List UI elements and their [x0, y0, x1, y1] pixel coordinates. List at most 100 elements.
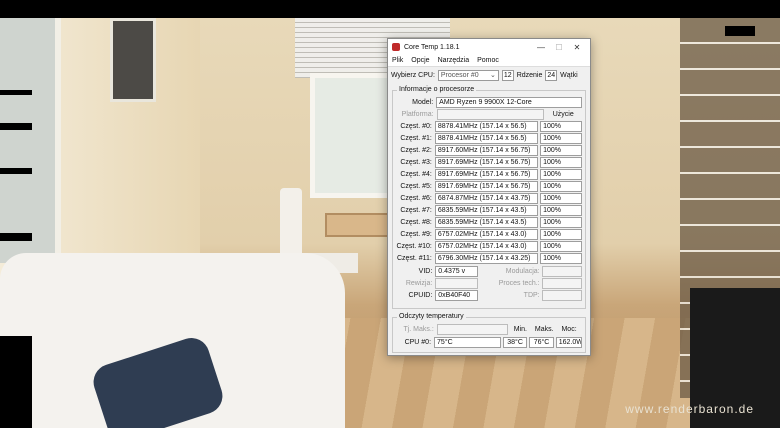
render-glitch [0, 168, 32, 174]
core-row: Częst. #2: 8917.60MHz (157.14 x 56.75) 100… [396, 144, 582, 156]
core-row: Częst. #3: 8917.69MHz (157.14 x 56.75) 100… [396, 156, 582, 168]
core-frequency: 6874.87MHz (157.14 x 43.75) [434, 192, 539, 204]
cpu-temp-max: 76°C [529, 336, 554, 348]
platform-value [436, 108, 545, 120]
core-label: Częst. #0: [400, 122, 432, 130]
core-frequency: 6835.59MHz (157.14 x 43.5) [434, 216, 539, 228]
coretemp-app-icon [392, 43, 400, 51]
modulation-value [541, 265, 582, 277]
cores-label: Rdzenie [516, 71, 543, 79]
vid-row: VID: 0.4375 v Modulacja: [396, 265, 582, 277]
usage-header: Użycie [552, 110, 574, 118]
render-glitch [0, 123, 32, 130]
cpu-select-value: Procesor #0 [440, 71, 479, 79]
threads-label: Wątki [560, 71, 578, 79]
platform-label: Platforma: [401, 110, 434, 118]
cpu-temp-row: CPU #0: 75°C 38°C 76°C 162.0W [396, 336, 583, 348]
platform-row: Platforma: Użycie [396, 108, 582, 120]
core-label: Częst. #3: [400, 158, 432, 166]
core-frequency: 6757.02MHz (157.14 x 43.0) [434, 228, 539, 240]
menu-item-tools[interactable]: Narzędzia [438, 57, 470, 64]
core-usage: 100% [540, 144, 582, 156]
core-frequency: 6757.02MHz (157.14 x 43.0) [434, 240, 539, 252]
core-label: Częst. #10: [396, 242, 432, 250]
core-usage: 100% [540, 228, 582, 240]
core-usage: 100% [540, 252, 582, 264]
core-usage: 100% [540, 180, 582, 192]
core-usage: 100% [540, 240, 582, 252]
cpuid-value: 0xB40F40 [435, 289, 478, 301]
minimize-button[interactable]: — [532, 43, 550, 52]
core-label: Częst. #2: [400, 146, 432, 154]
cpuid-row: CPUID: 0xB40F40 TDP: [396, 289, 582, 301]
core-row: Częst. #6: 6874.87MHz (157.14 x 43.75) 100… [396, 192, 582, 204]
menu-item-file[interactable]: Plik [392, 57, 403, 64]
cpu-power-value: 162.0W [555, 336, 583, 348]
render-glitch [0, 90, 32, 95]
min-header: Min. [513, 325, 527, 333]
menu-item-options[interactable]: Opcje [411, 57, 429, 64]
maximize-button: ☐ [555, 42, 563, 52]
temperature-legend: Odczyty temperatury [397, 313, 466, 320]
window-title: Core Temp 1.18.1 [404, 43, 460, 51]
vid-value: 0.4375 v [435, 265, 478, 277]
tdp-value [541, 289, 582, 301]
title-bar[interactable]: Core Temp 1.18.1 — ☐ ✕ [388, 39, 590, 55]
core-frequency: 8917.69MHz (157.14 x 56.75) [434, 168, 539, 180]
temperature-group: Odczyty temperatury Tj. Maks.: Min. Maks… [392, 313, 586, 353]
core-row: Częst. #8: 6835.59MHz (157.14 x 43.5) 100% [396, 216, 582, 228]
core-frequency: 8917.69MHz (157.14 x 56.75) [434, 156, 539, 168]
tjmax-label: Tj. Maks.: [403, 325, 434, 333]
core-usage: 100% [540, 204, 582, 216]
render-glitch [0, 233, 32, 241]
core-frequency: 8878.41MHz (157.14 x 56.5) [434, 120, 539, 132]
core-frequency: 8878.41MHz (157.14 x 56.5) [434, 132, 539, 144]
core-label: Częst. #8: [400, 218, 432, 226]
close-button[interactable]: ✕ [568, 43, 586, 52]
core-label: Częst. #7: [400, 206, 432, 214]
core-row: Częst. #0: 8878.41MHz (157.14 x 56.5) 100% [396, 120, 582, 132]
core-label: Częst. #4: [400, 170, 432, 178]
core-row: Częst. #4: 8917.69MHz (157.14 x 56.75) 100… [396, 168, 582, 180]
power-header: Moc: [561, 325, 577, 333]
core-label: Częst. #1: [400, 134, 432, 142]
menu-bar: Plik Opcje Narzędzia Pomoc [388, 55, 590, 67]
cpu-select[interactable]: Procesor #0 ⌄ [437, 69, 499, 81]
core-label: Częst. #5: [400, 182, 432, 190]
core-usage: 100% [540, 216, 582, 228]
model-row: Model: AMD Ryzen 9 9900X 12-Core [396, 96, 582, 108]
cpu-temp-min: 38°C [502, 336, 528, 348]
core-frequency: 8917.69MHz (157.14 x 56.75) [434, 180, 539, 192]
render-glitch [0, 336, 32, 428]
core-usage: 100% [540, 156, 582, 168]
cores-count: 12 [501, 69, 514, 81]
cpu-select-label: Wybierz CPU: [391, 71, 435, 79]
model-value: AMD Ryzen 9 9900X 12-Core [436, 96, 582, 108]
core-usage: 100% [540, 120, 582, 132]
coretemp-window[interactable]: Core Temp 1.18.1 — ☐ ✕ Plik Opcje Narzęd… [387, 38, 591, 356]
revision-label: Rewizja: [405, 279, 433, 287]
core-row: Częst. #9: 6757.02MHz (157.14 x 43.0) 100% [396, 228, 582, 240]
threads-count: 24 [545, 69, 558, 81]
vid-label: VID: [418, 267, 433, 275]
watermark: www.renderbaron.de [625, 402, 754, 416]
core-row: Częst. #5: 8917.69MHz (157.14 x 56.75) 100… [396, 180, 582, 192]
core-frequency: 6835.59MHz (157.14 x 43.5) [434, 204, 539, 216]
core-row: Częst. #1: 8878.41MHz (157.14 x 56.5) 100% [396, 132, 582, 144]
modulation-label: Modulacja: [505, 267, 540, 275]
render-glitch [725, 26, 755, 36]
tjmax-value [436, 323, 509, 335]
menu-item-help[interactable]: Pomoc [477, 57, 499, 64]
cpu-temp-label: CPU #0: [404, 338, 432, 346]
revision-value [435, 277, 478, 289]
process-label: Proces tech.: [498, 279, 540, 287]
processor-info-legend: Informacje o procesorze [397, 86, 477, 93]
model-label: Model: [412, 98, 434, 106]
cpuid-label: CPUID: [408, 291, 433, 299]
processor-info-group: Informacje o procesorze Model: AMD Ryzen… [392, 86, 586, 309]
revision-row: Rewizja: Proces tech.: [396, 277, 582, 289]
wallpaper-picture-frame [110, 18, 156, 102]
core-usage: 100% [540, 132, 582, 144]
core-label: Częst. #6: [400, 194, 432, 202]
core-frequency: 6796.30MHz (157.14 x 43.25) [434, 252, 539, 264]
